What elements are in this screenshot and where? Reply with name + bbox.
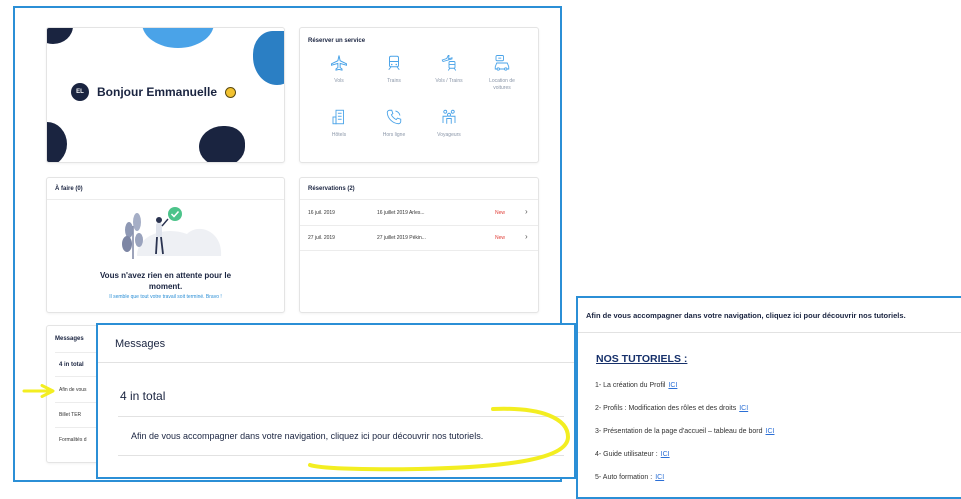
tutorials-panel: Afin de vous accompagner dans votre navi… [576, 296, 961, 499]
car-rental-icon [494, 55, 510, 71]
service-flights-trains[interactable]: Vols / Trains [429, 54, 469, 85]
message-item[interactable]: Afin de vous [59, 387, 87, 393]
train-icon [388, 55, 400, 71]
message-item[interactable]: Formalités d [59, 437, 87, 443]
empty-illustration [122, 207, 222, 259]
todo-title: À faire (0) [47, 178, 284, 200]
service-label: Vols / Trains [435, 78, 463, 84]
service-offline[interactable]: Hors ligne [374, 108, 414, 139]
plane-train-icon [441, 55, 457, 71]
booking-card: Réserver un service Vols Trains Vols / T… [299, 27, 539, 163]
tutorial-label: 4- Guide utilisateur : [595, 451, 658, 458]
greeting-card: EL Bonjour Emmanuelle [46, 27, 285, 163]
tutorial-item: 3- Présentation de la page d'accueil – t… [595, 428, 774, 435]
reservations-title: Réservations (2) [300, 178, 538, 200]
status-badge: New [495, 235, 506, 241]
avatar[interactable]: EL [71, 83, 89, 101]
service-label: Trains [387, 78, 401, 84]
reservations-card: Réservations (2) 16 juil. 2019 16 juille… [299, 177, 539, 313]
decor-blob [253, 31, 284, 85]
service-label: Hôtels [331, 132, 347, 138]
tutorial-link[interactable]: ICI [766, 428, 775, 435]
tutorial-item: 2- Profils : Modification des rôles et d… [595, 405, 748, 412]
tutorials-heading: NOS TUTORIELS : [596, 353, 688, 365]
travelers-icon [442, 109, 456, 124]
zoom-messages-total: 4 in total [120, 389, 166, 403]
divider [578, 332, 961, 333]
tutorial-item: 4- Guide utilisateur : ICI [595, 451, 670, 458]
messages-total: 4 in total [59, 362, 84, 368]
reservation-row[interactable]: 27 juil. 2019 27 juillet 2019 Pékin... N… [300, 226, 538, 251]
todo-empty-subtext: Il semble que tout votre travail soit te… [109, 294, 222, 300]
tutorial-label: 1- La création du Profil [595, 382, 666, 389]
reservation-date: 16 juil. 2019 [308, 210, 335, 216]
chevron-right-icon: › [525, 207, 528, 216]
decor-blob [47, 122, 67, 162]
plane-icon [331, 55, 347, 71]
todo-card: À faire (0) Vous n'avez rien en attente … [46, 177, 285, 313]
service-label: Vols [334, 78, 344, 84]
service-travelers[interactable]: Voyageurs [429, 108, 469, 139]
greeting-text: Bonjour Emmanuelle [97, 85, 218, 99]
chevron-right-icon: › [525, 232, 528, 241]
decor-blob [142, 28, 214, 48]
reservation-name: 16 juillet 2019 Arles... [377, 210, 425, 216]
reservation-name: 27 juillet 2019 Pékin... [377, 235, 426, 241]
tutorial-link[interactable]: ICI [739, 405, 748, 412]
annotation-highlight-circle [308, 406, 571, 472]
decor-blob [47, 28, 73, 44]
tutorial-link[interactable]: ICI [655, 474, 664, 481]
greeting-row: EL Bonjour Emmanuelle [71, 83, 237, 101]
service-flights[interactable]: Vols [319, 54, 359, 85]
decor-blob [199, 126, 245, 162]
tutorial-link[interactable]: ICI [668, 382, 677, 389]
reservation-date: 27 juil. 2019 [308, 235, 335, 241]
message-item[interactable]: Billet TER [59, 412, 81, 418]
tutorials-intro: Afin de vous accompagner dans votre navi… [586, 311, 906, 320]
service-car-rental[interactable]: Location de voitures [482, 54, 522, 92]
service-label: Hors ligne [382, 132, 406, 138]
annotation-arrow-icon [22, 384, 55, 398]
service-trains[interactable]: Trains [374, 54, 414, 85]
tutorial-link[interactable]: ICI [661, 451, 670, 458]
service-hotels[interactable]: Hôtels [319, 108, 359, 139]
tutorial-label: 3- Présentation de la page d'accueil – t… [595, 428, 763, 435]
tutorial-item: 1- La création du Profil ICI [595, 382, 677, 389]
service-label: Location de voitures [489, 78, 515, 91]
zoom-messages-title: Messages [98, 325, 574, 363]
messages-zoom-panel: Messages 4 in total Afin de vous accompa… [96, 323, 576, 479]
hotel-icon [332, 109, 344, 125]
tutorial-label: 5- Auto formation : [595, 474, 653, 481]
booking-title: Réserver un service [308, 38, 366, 44]
tutorial-item: 5- Auto formation : ICI [595, 474, 664, 481]
reservation-row[interactable]: 16 juil. 2019 16 juillet 2019 Arles... N… [300, 201, 538, 226]
phone-icon [386, 109, 402, 125]
waving-hand-icon [225, 86, 237, 98]
messages-title: Messages [55, 336, 84, 342]
tutorial-label: 2- Profils : Modification des rôles et d… [595, 405, 737, 412]
todo-empty-message: Vous n'avez rien en attente pour le mome… [99, 271, 232, 291]
service-label: Voyageurs [437, 132, 461, 138]
status-badge: New [495, 210, 506, 216]
